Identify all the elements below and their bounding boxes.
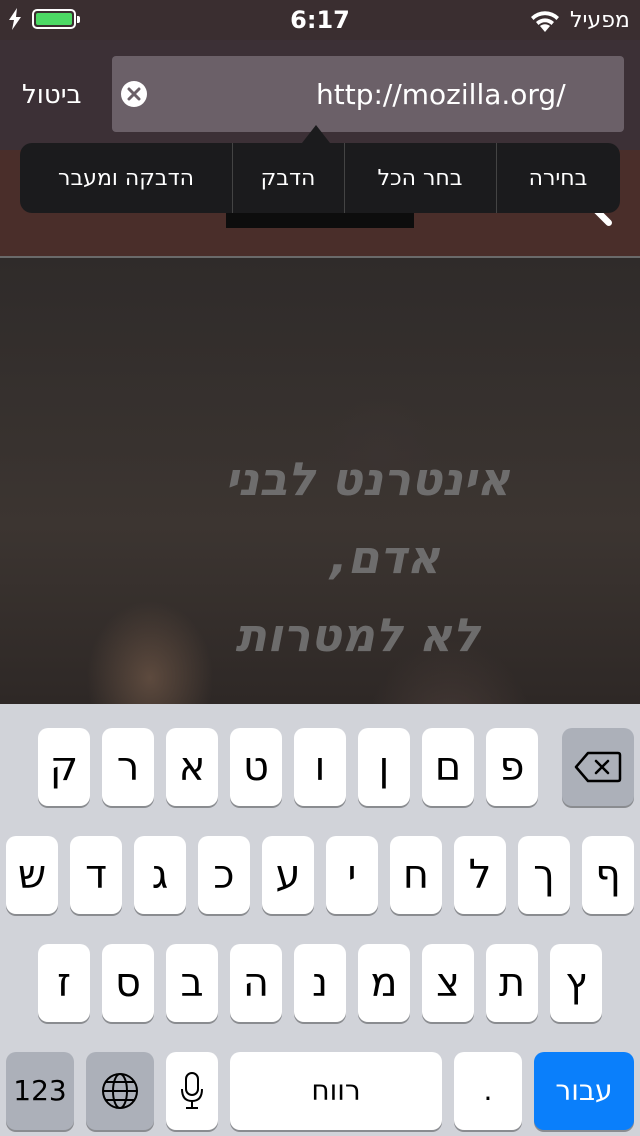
globe-key[interactable] [86,1052,154,1130]
key[interactable]: ך [518,836,570,914]
numbers-key[interactable]: 123 [6,1052,74,1130]
key[interactable]: ג [134,836,186,914]
key[interactable]: ז [38,944,90,1022]
go-button[interactable]: עבור [534,1052,634,1130]
key[interactable]: ק [38,728,90,806]
cancel-button[interactable]: ביטול [22,80,82,110]
key[interactable]: ש [6,836,58,914]
hero-line-3: לא למטרות [235,608,480,662]
key[interactable]: ח [390,836,442,914]
carrier-name: מפעיל [570,8,630,33]
space-key[interactable]: רווח [230,1052,442,1130]
key[interactable]: ר [102,728,154,806]
hero-line-2: אדם, [329,530,440,584]
key[interactable]: ץ [550,944,602,1022]
key[interactable]: ע [262,836,314,914]
key[interactable]: ו [294,728,346,806]
menu-item-paste-and-go[interactable]: הדבקה ומעבר [20,143,232,213]
menu-item-paste[interactable]: הדבק [232,143,344,213]
key[interactable]: י [326,836,378,914]
key[interactable]: צ [422,944,474,1022]
microphone-key[interactable] [166,1052,218,1130]
url-text: http://mozilla.org/ [316,78,566,111]
hero-title: אינטרנט לבני אדם, לא למטרות [150,440,510,674]
key[interactable]: ב [166,944,218,1022]
backspace-icon [574,751,622,783]
edit-menu-arrow [302,125,330,143]
key[interactable]: ף [582,836,634,914]
keyboard: ק ר א ט ו ן ם פ ש ד ג כ ע י ח ל ך ף ז ס … [0,704,640,1136]
key[interactable]: ן [358,728,410,806]
period-key[interactable]: . [454,1052,522,1130]
key[interactable]: כ [198,836,250,914]
key[interactable]: מ [358,944,410,1022]
key[interactable]: ת [486,944,538,1022]
wifi-icon [531,11,559,32]
key[interactable]: ס [102,944,154,1022]
status-bar: 6:17 מפעיל [0,0,640,40]
key[interactable]: נ [294,944,346,1022]
menu-item-select-all[interactable]: בחר הכל [344,143,496,213]
edit-menu: בחירה בחר הכל הדבק הדבקה ומעבר [20,143,620,213]
key[interactable]: פ [486,728,538,806]
clear-icon[interactable] [120,80,148,108]
hero-line-1: אינטרנט לבני [224,452,510,506]
menu-item-select[interactable]: בחירה [496,143,620,213]
key[interactable]: ד [70,836,122,914]
key[interactable]: ט [230,728,282,806]
globe-icon [102,1073,138,1109]
url-input[interactable]: http://mozilla.org/ [112,56,624,132]
key[interactable]: ם [422,728,474,806]
key[interactable]: ל [454,836,506,914]
key[interactable]: א [166,728,218,806]
key[interactable]: ה [230,944,282,1022]
backspace-key[interactable] [562,728,634,806]
microphone-icon [181,1072,203,1109]
